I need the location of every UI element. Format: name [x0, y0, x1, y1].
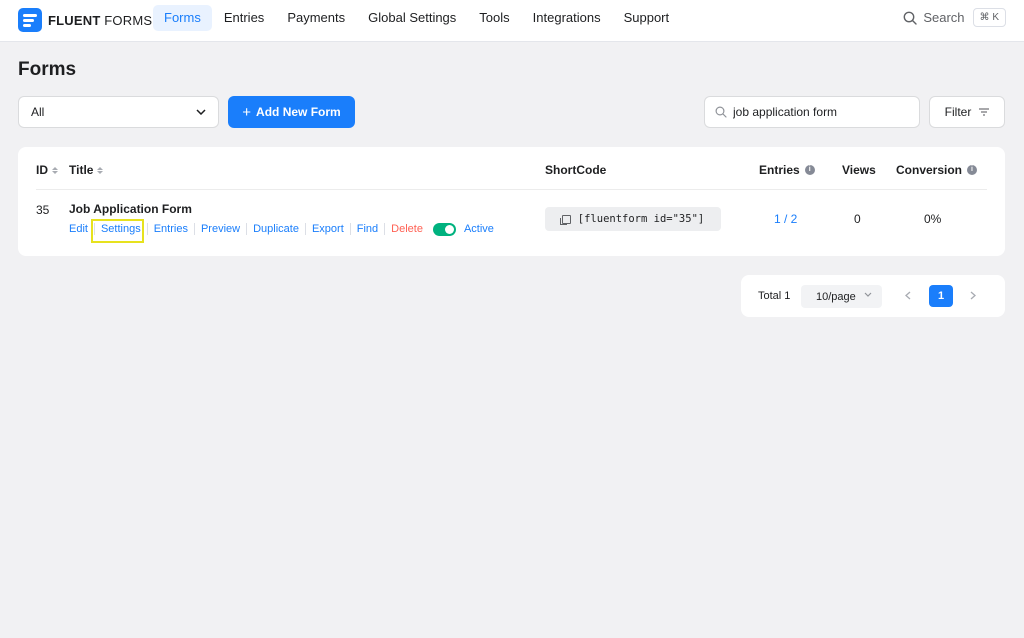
- export-link[interactable]: Export: [306, 223, 351, 235]
- column-header-id[interactable]: ID: [36, 163, 58, 177]
- search-icon: [715, 106, 727, 118]
- conversion-rate: 0%: [924, 212, 942, 226]
- filter-icon: [979, 108, 990, 116]
- nav-item-entries[interactable]: Entries: [213, 5, 275, 31]
- form-title[interactable]: Job Application Form: [69, 202, 192, 216]
- shortcode-text: [fluentform id="35"]: [577, 213, 705, 225]
- views-count: 0: [854, 212, 861, 226]
- top-navigation-bar: FLUENT FORMS Forms Entries Payments Glob…: [0, 0, 1024, 42]
- nav-item-integrations[interactable]: Integrations: [522, 5, 612, 31]
- plus-icon: +: [242, 103, 252, 121]
- info-icon[interactable]: i: [804, 165, 815, 175]
- page-size-select[interactable]: 10/page: [801, 285, 882, 308]
- delete-link[interactable]: Delete: [385, 223, 429, 235]
- shortcode-copy-button[interactable]: [fluentform id="35"]: [545, 207, 721, 231]
- main-nav: Forms Entries Payments Global Settings T…: [153, 5, 681, 31]
- chevron-right-icon[interactable]: [969, 287, 977, 304]
- fluent-forms-logo[interactable]: FLUENT FORMS: [18, 8, 152, 32]
- search-icon: [903, 11, 918, 25]
- column-header-entries: Entries i: [759, 163, 815, 177]
- chevron-left-icon[interactable]: [904, 287, 912, 304]
- add-new-form-label: Add New Form: [256, 105, 341, 119]
- filter-label: Filter: [944, 105, 972, 119]
- form-id: 35: [36, 203, 50, 217]
- header-divider: [36, 189, 987, 190]
- column-header-views: Views: [842, 163, 876, 177]
- find-link[interactable]: Find: [351, 223, 386, 235]
- nav-item-support[interactable]: Support: [613, 5, 681, 31]
- page-size-value: 10/page: [816, 290, 856, 303]
- nav-item-payments[interactable]: Payments: [276, 5, 356, 31]
- status-label: Active: [463, 223, 494, 235]
- preview-link[interactable]: Preview: [195, 223, 248, 235]
- chevron-down-icon: [196, 109, 206, 115]
- nav-item-forms[interactable]: Forms: [153, 5, 212, 31]
- forms-table: ID Title ShortCode Entries i Views Conve…: [18, 147, 1005, 256]
- add-new-form-button[interactable]: + Add New Form: [228, 96, 355, 128]
- filter-button[interactable]: Filter: [929, 96, 1005, 128]
- nav-item-global-settings[interactable]: Global Settings: [357, 5, 467, 31]
- nav-item-tools[interactable]: Tools: [468, 5, 520, 31]
- copy-icon: [559, 214, 571, 225]
- form-search-input[interactable]: [733, 105, 903, 119]
- form-type-select[interactable]: All: [18, 96, 219, 128]
- chevron-down-icon: [864, 292, 872, 297]
- form-type-select-value: All: [31, 105, 45, 119]
- fluent-forms-logo-icon: [18, 8, 42, 32]
- page-number-button[interactable]: 1: [929, 285, 953, 307]
- entries-link[interactable]: Entries: [148, 223, 195, 235]
- search-label: Search: [923, 10, 965, 25]
- pagination: Total 1 10/page 1: [741, 275, 1005, 317]
- page-title: Forms: [18, 59, 77, 80]
- duplicate-link[interactable]: Duplicate: [247, 223, 306, 235]
- sort-icon: [52, 166, 58, 174]
- info-icon[interactable]: i: [967, 165, 978, 175]
- total-count: Total 1: [758, 290, 791, 302]
- form-search-field[interactable]: [704, 96, 920, 128]
- sort-icon: [97, 166, 104, 174]
- column-header-conversion: Conversion i: [896, 163, 978, 177]
- column-header-shortcode: ShortCode: [545, 163, 607, 177]
- search-shortcut-badge: ⌘ K: [972, 8, 1006, 27]
- status-toggle[interactable]: [432, 222, 456, 236]
- global-search-button[interactable]: Search ⌘ K: [903, 8, 1006, 27]
- brand-name: FLUENT FORMS: [48, 12, 153, 28]
- entries-count-link[interactable]: 1 / 2: [774, 212, 797, 226]
- highlight-box: [91, 219, 144, 243]
- column-header-title[interactable]: Title: [69, 163, 104, 177]
